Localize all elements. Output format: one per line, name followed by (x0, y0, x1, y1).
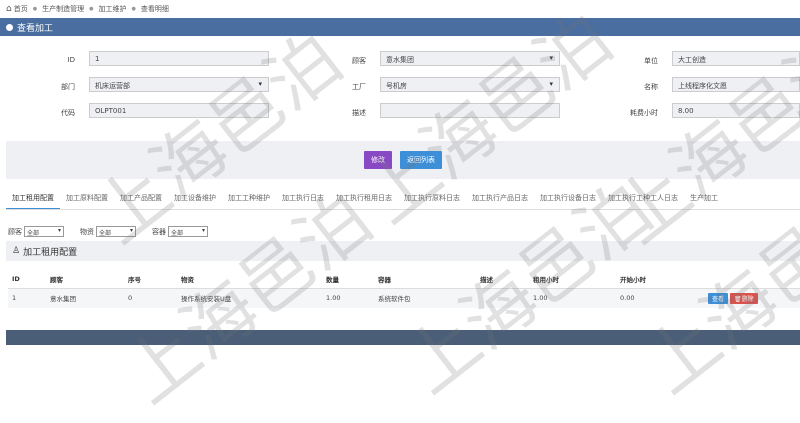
table-row: 1 意水集团 0 操作系统安装U盘 1.00 系统软件包 1.00 0.00 查… (8, 288, 800, 308)
tab-exec-rental-log[interactable]: 加工执行租用日志 (330, 190, 398, 209)
breadcrumb-separator: ● (131, 6, 136, 12)
cell-rent-hours: 1.00 (529, 288, 616, 308)
customer-filter: 顾客 全部 (8, 226, 64, 237)
view-button[interactable]: 查看 (708, 292, 729, 304)
table-header-row: ID 顾客 序号 物资 数量 容器 描述 租用小时 开始小时 (8, 271, 800, 289)
action-bar: 修改 返回列表 (6, 141, 800, 179)
col-seq: 序号 (124, 271, 177, 289)
filter-row: 顾客 全部 物资 全部 容器 全部 (8, 226, 224, 237)
code-field[interactable]: OLPT001 (89, 103, 269, 118)
desc-field[interactable] (380, 103, 560, 118)
tab-equipment[interactable]: 加工设备维护 (168, 190, 222, 209)
tab-product-config[interactable]: 加工产品配置 (114, 190, 168, 209)
factory-select[interactable]: 号机房 (380, 77, 560, 92)
trash-icon: 🗑 (734, 295, 742, 303)
material-filter-select[interactable]: 全部 (96, 226, 136, 237)
col-rent-hours: 租用小时 (529, 271, 616, 289)
delete-button[interactable]: 🗑删除 (730, 292, 758, 304)
rental-config-table: ID 顾客 序号 物资 数量 容器 描述 租用小时 开始小时 1 意水集团 0 … (8, 271, 800, 308)
tab-material-config[interactable]: 加工原料配置 (60, 190, 114, 209)
delete-label: 删除 (741, 295, 754, 303)
col-id: ID (8, 271, 46, 289)
cell-quantity: 1.00 (322, 288, 374, 308)
customer-select[interactable]: 意水集团 (380, 51, 560, 66)
info-icon (6, 23, 13, 31)
customer-filter-label: 顾客 (8, 227, 22, 236)
tab-exec-log[interactable]: 加工执行日志 (276, 190, 330, 209)
panel-header: 查看加工 (0, 18, 800, 36)
customer-filter-select[interactable]: 全部 (24, 226, 64, 237)
desc-label: 描述 (352, 109, 366, 117)
hours-field[interactable]: 8.00 (672, 103, 800, 118)
breadcrumb-home[interactable]: 首页 (14, 4, 28, 14)
dept-select[interactable]: 机床运营部 (89, 77, 269, 92)
dept-label: 部门 (61, 83, 75, 91)
edit-button[interactable]: 修改 (364, 151, 392, 169)
home-icon[interactable]: ⌂ (6, 4, 12, 14)
col-desc: 描述 (476, 271, 529, 289)
cell-seq: 0 (124, 288, 177, 308)
footer-bar (6, 330, 800, 345)
tab-exec-equipment-log[interactable]: 加工执行设备日志 (534, 190, 602, 209)
tab-production[interactable]: 生产加工 (684, 190, 724, 209)
col-customer: 顾客 (46, 271, 124, 289)
cell-start-hours: 0.00 (616, 288, 704, 308)
section-header: ♙ 加工租用配置 (6, 241, 800, 261)
customer-label: 顾客 (352, 57, 366, 65)
section-title: 加工租用配置 (23, 247, 78, 258)
breadcrumb-processing[interactable]: 加工维护 (98, 4, 126, 14)
breadcrumb-separator: ● (32, 6, 38, 12)
col-container: 容器 (374, 271, 476, 289)
cell-desc (476, 288, 529, 308)
material-filter: 物资 全部 (80, 226, 136, 237)
id-label: ID (67, 56, 75, 64)
unit-field[interactable]: 大工创造 (672, 51, 800, 66)
name-label: 名称 (644, 83, 658, 91)
back-to-list-button[interactable]: 返回列表 (400, 151, 442, 169)
breadcrumb-production[interactable]: 生产制造管理 (42, 4, 84, 14)
col-start-hours: 开始小时 (616, 271, 704, 289)
code-label: 代码 (61, 109, 75, 117)
factory-label: 工厂 (352, 83, 366, 91)
user-icon: ♙ (12, 246, 21, 256)
name-field[interactable]: 上线程序化文愿 (672, 77, 800, 92)
container-filter: 容器 全部 (152, 226, 208, 237)
material-filter-label: 物资 (80, 227, 94, 236)
tab-bar: 加工租用配置 加工原料配置 加工产品配置 加工设备维护 加工工种维护 加工执行日… (6, 190, 800, 210)
tab-rental-config[interactable]: 加工租用配置 (6, 190, 60, 209)
cell-id: 1 (8, 288, 46, 308)
id-field[interactable]: 1 (89, 51, 269, 66)
cell-material: 操作系统安装U盘 (177, 288, 322, 308)
col-material: 物资 (177, 271, 322, 289)
cell-container: 系统软件包 (374, 288, 476, 308)
breadcrumb-separator: ● (89, 6, 94, 12)
hours-label: 耗费小时 (630, 109, 658, 117)
container-filter-label: 容器 (152, 227, 166, 236)
cell-customer: 意水集团 (46, 288, 124, 308)
breadcrumb: ⌂ 首页 ● 生产制造管理 ● 加工维护 ● 查看明细 (0, 0, 800, 18)
tab-exec-material-log[interactable]: 加工执行原料日志 (398, 190, 466, 209)
page-title: 查看加工 (17, 23, 54, 34)
breadcrumb-current: 查看明细 (140, 5, 169, 13)
tab-exec-product-log[interactable]: 加工执行产品日志 (466, 190, 534, 209)
container-filter-select[interactable]: 全部 (168, 226, 208, 237)
cell-actions: 查看 🗑删除 (704, 288, 800, 308)
col-actions (704, 271, 800, 289)
tab-job-type[interactable]: 加工工种维护 (222, 190, 276, 209)
tab-exec-worker-log[interactable]: 加工执行工种工人日志 (602, 190, 684, 209)
col-quantity: 数量 (322, 271, 374, 289)
unit-label: 单位 (644, 57, 658, 65)
detail-form: ID 1 顾客 意水集团 单位 大工创造 部门 机床运营部 工厂 号机房 名称 … (0, 36, 800, 136)
